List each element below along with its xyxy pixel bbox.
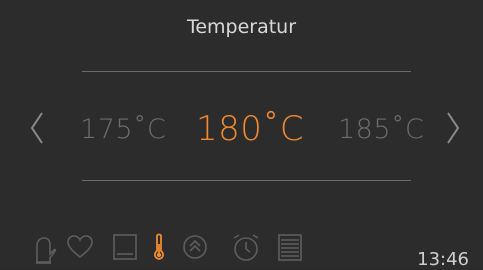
recipe-list-icon[interactable] [275, 232, 305, 262]
temperature-previous[interactable]: 175˚C [80, 114, 166, 145]
bottom-toolbar [0, 230, 483, 264]
thermometer-icon[interactable] [148, 232, 178, 262]
alarm-clock-icon[interactable] [230, 232, 260, 262]
rapid-heat-icon[interactable] [180, 232, 210, 262]
clock-time: 13:46 [417, 249, 469, 270]
oven-mitt-icon[interactable] [28, 232, 58, 264]
page-title: Temperatur [186, 16, 297, 38]
top-divider [82, 71, 411, 72]
oven-mode-icon[interactable] [110, 232, 140, 262]
heart-icon[interactable] [65, 232, 95, 262]
oven-display: Temperatur 175˚C 180˚C 185˚C 13:46 [0, 0, 483, 270]
temperature-next[interactable]: 185˚C [338, 114, 424, 145]
bottom-divider [82, 180, 411, 181]
next-arrow-icon[interactable] [442, 110, 462, 146]
previous-arrow-icon[interactable] [28, 110, 48, 146]
temperature-current: 180˚C [196, 109, 305, 149]
